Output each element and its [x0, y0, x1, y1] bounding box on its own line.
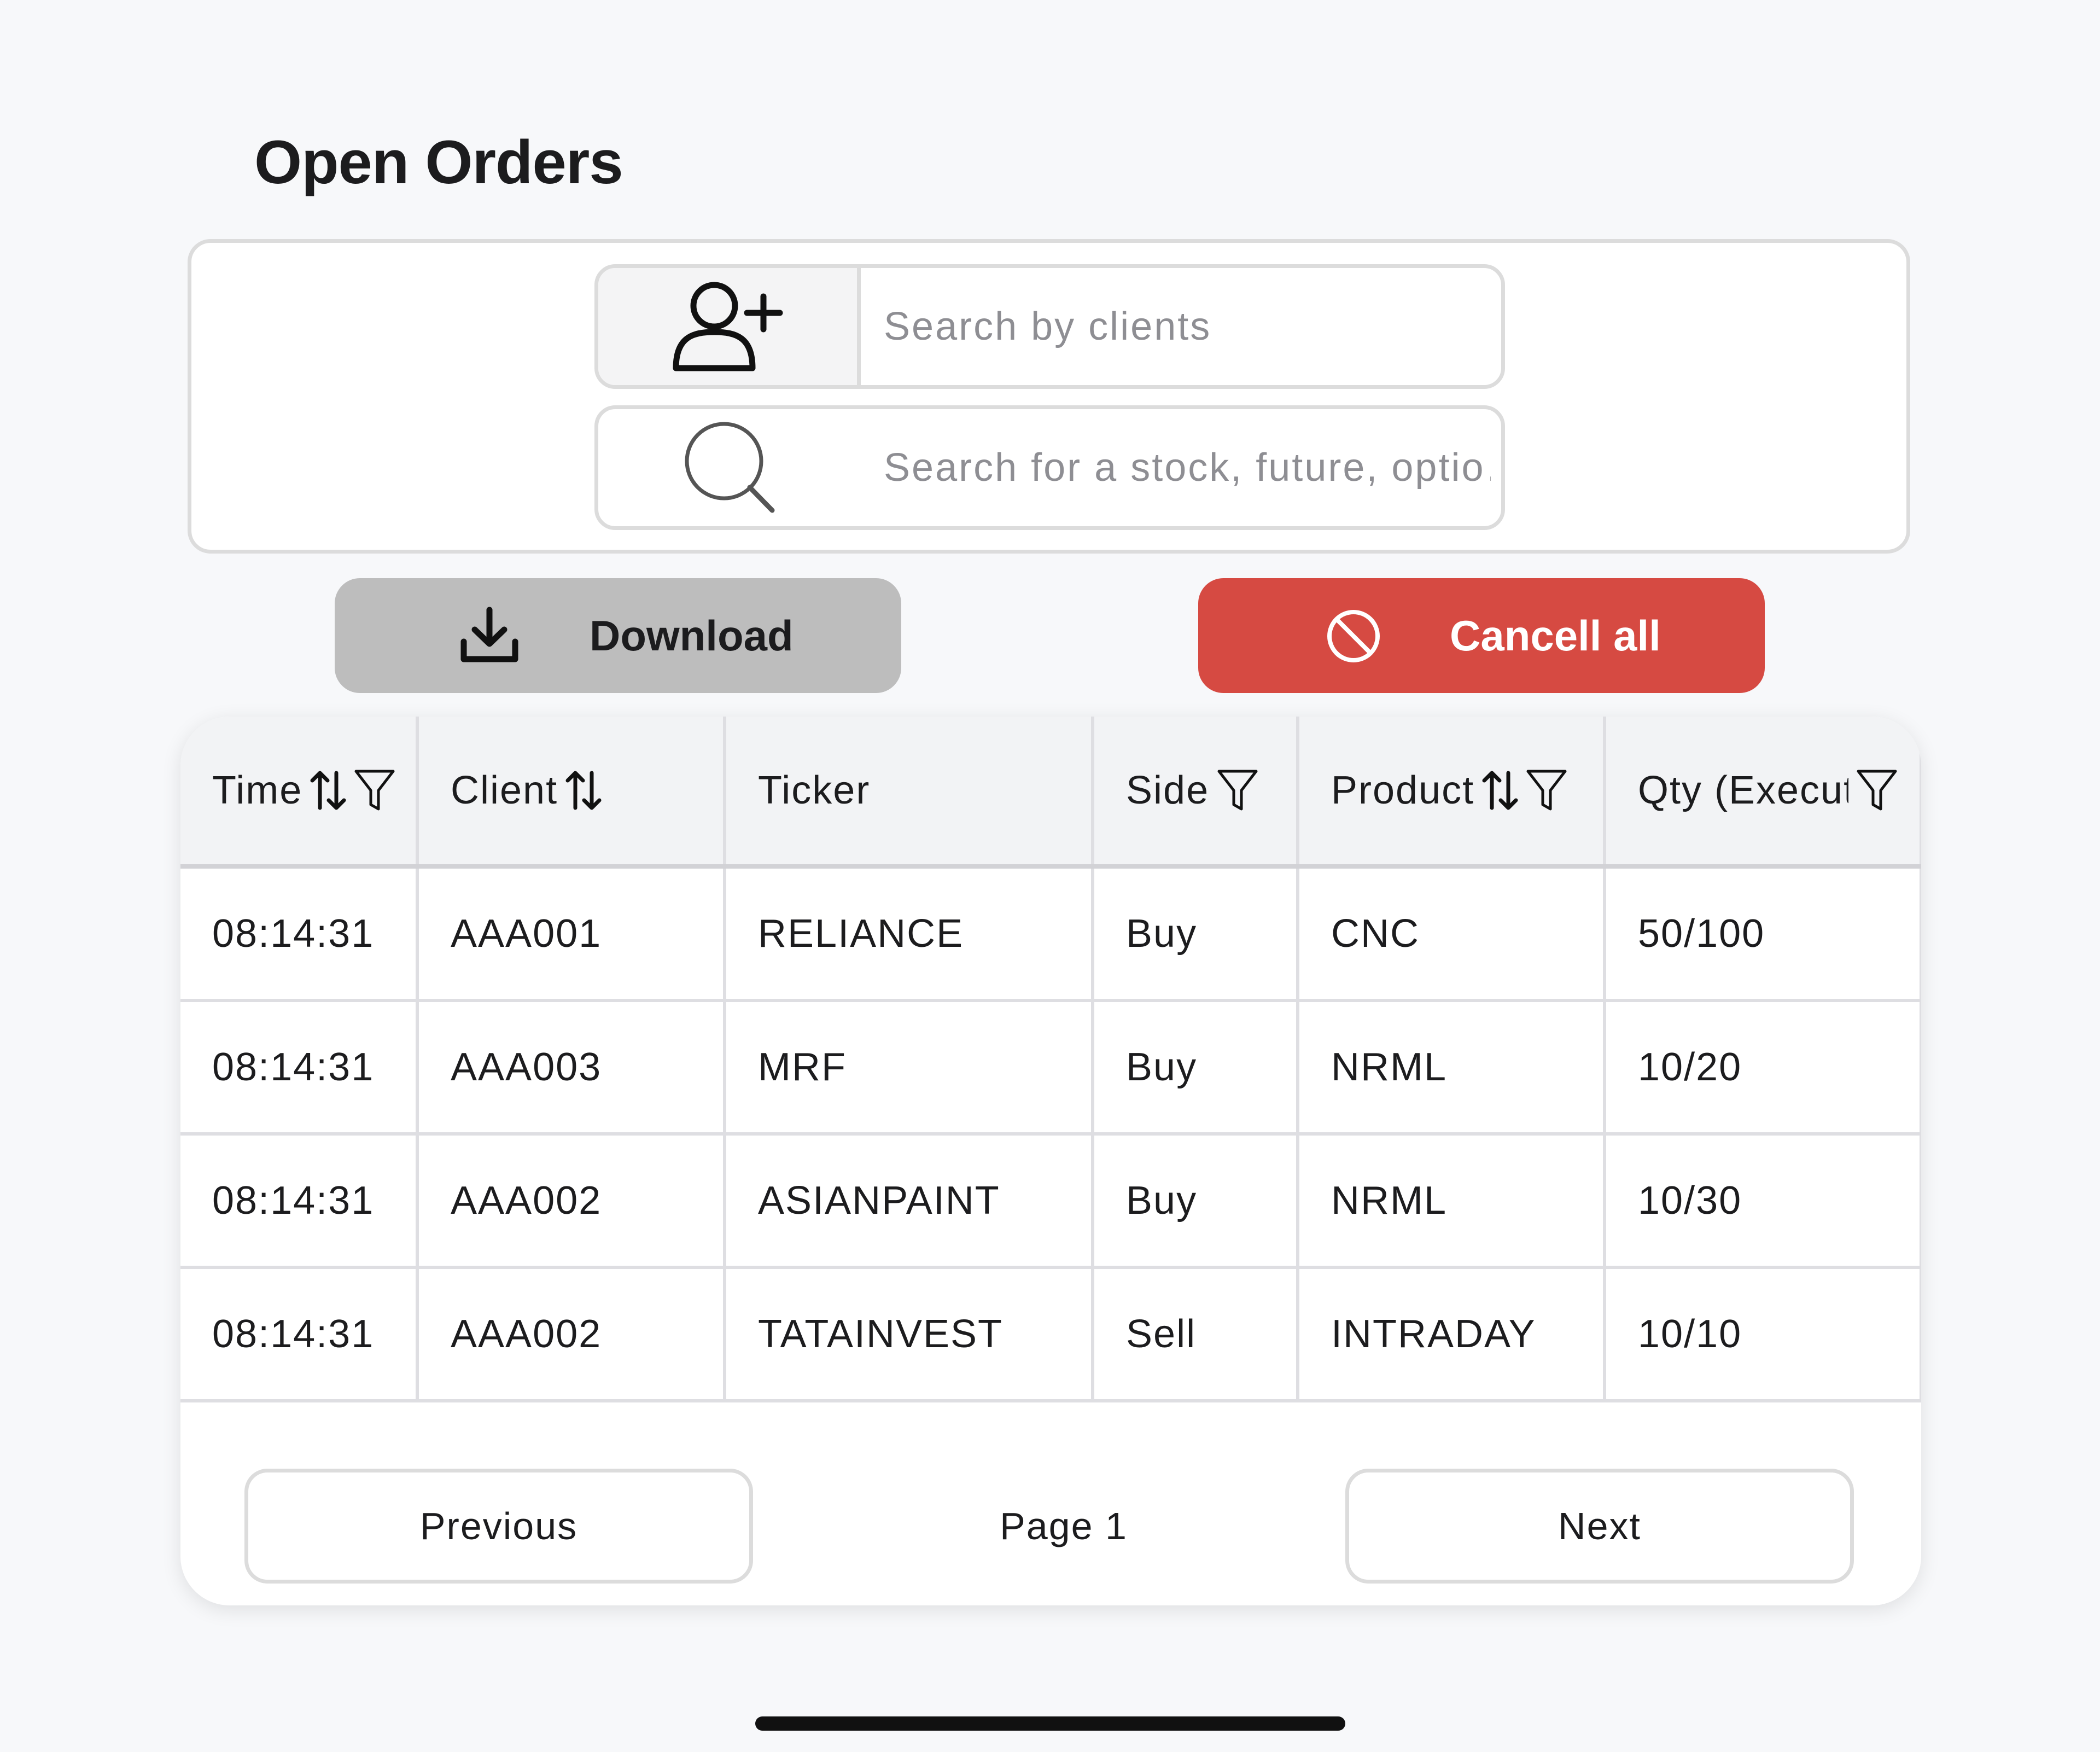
table-row[interactable]: 08:14:31 AAA002 TATAINVEST Sell INTRADAY… [180, 1266, 1921, 1402]
table-header-row: Time Client Ticker Side Product Qty (Exe… [180, 717, 1921, 869]
user-plus-icon [673, 282, 783, 371]
cell-side: Buy [1091, 999, 1299, 1136]
cancel-all-button[interactable]: Cancell all [1198, 578, 1765, 693]
column-label: Product [1331, 769, 1475, 812]
cell-qty: 10/20 [1603, 999, 1921, 1136]
cell-side: Buy [1091, 865, 1299, 1002]
filter-icon[interactable] [1526, 769, 1567, 812]
cell-product: INTRADAY [1296, 1266, 1606, 1402]
column-header-qty[interactable]: Qty (Execute [1603, 717, 1921, 869]
column-label: Time [212, 769, 303, 812]
column-label: Side [1126, 769, 1210, 812]
cell-client: AAA001 [416, 865, 726, 1002]
cell-client: AAA003 [416, 999, 726, 1136]
filter-icon[interactable] [1856, 769, 1898, 812]
stock-search-field[interactable] [594, 405, 1505, 530]
orders-table-card: Time Client Ticker Side Product Qty (Exe… [180, 717, 1921, 1605]
column-header-time[interactable]: Time [180, 717, 419, 869]
next-page-button[interactable]: Next [1345, 1469, 1854, 1584]
filter-icon[interactable] [1217, 769, 1258, 812]
cell-product: NRML [1296, 999, 1606, 1136]
client-search-field[interactable] [594, 264, 1505, 389]
cell-ticker: MRF [723, 999, 1094, 1136]
stock-search-input[interactable] [884, 409, 1491, 526]
cell-ticker: ASIANPAINT [723, 1132, 1094, 1269]
ban-icon [1325, 608, 1382, 675]
download-icon [459, 607, 520, 675]
cell-client: AAA002 [416, 1132, 726, 1269]
add-client-button[interactable] [598, 268, 861, 385]
search-icon [685, 422, 775, 513]
client-search-input[interactable] [884, 268, 1491, 385]
column-header-product[interactable]: Product [1296, 717, 1606, 869]
cell-time: 08:14:31 [180, 1132, 419, 1269]
page-title: Open Orders [254, 128, 623, 196]
sort-icon[interactable] [565, 770, 602, 811]
column-header-side[interactable]: Side [1091, 717, 1299, 869]
table-row[interactable]: 08:14:31 AAA003 MRF Buy NRML 10/20 [180, 999, 1921, 1136]
column-header-client[interactable]: Client [416, 717, 726, 869]
sort-icon[interactable] [1482, 770, 1518, 811]
column-label: Ticker [758, 769, 871, 812]
page-indicator: Page 1 [1000, 1505, 1128, 1547]
download-label: Download [590, 612, 794, 660]
column-label: Qty (Execute [1638, 769, 1848, 812]
cell-time: 08:14:31 [180, 865, 419, 1002]
table-row[interactable]: 08:14:31 AAA001 RELIANCE Buy CNC 50/100 [180, 865, 1921, 1002]
cell-ticker: TATAINVEST [723, 1266, 1094, 1402]
cell-qty: 50/100 [1603, 865, 1921, 1002]
cell-side: Buy [1091, 1132, 1299, 1269]
filter-icon[interactable] [354, 769, 395, 812]
orders-table: Time Client Ticker Side Product Qty (Exe… [180, 717, 1921, 1402]
column-label: Client [451, 769, 558, 812]
cell-time: 08:14:31 [180, 999, 419, 1136]
stock-search-icon-cell [598, 409, 861, 526]
home-indicator[interactable] [755, 1716, 1345, 1731]
cell-product: CNC [1296, 865, 1606, 1002]
column-header-ticker: Ticker [723, 717, 1094, 869]
table-row[interactable]: 08:14:31 AAA002 ASIANPAINT Buy NRML 10/3… [180, 1132, 1921, 1269]
cell-client: AAA002 [416, 1266, 726, 1402]
cell-ticker: RELIANCE [723, 865, 1094, 1002]
cell-qty: 10/10 [1603, 1266, 1921, 1402]
cancel-all-label: Cancell all [1450, 612, 1661, 660]
cell-qty: 10/30 [1603, 1132, 1921, 1269]
cell-time: 08:14:31 [180, 1266, 419, 1402]
cell-product: NRML [1296, 1132, 1606, 1269]
previous-page-button[interactable]: Previous [244, 1469, 753, 1584]
download-button[interactable]: Download [335, 578, 901, 693]
cell-side: Sell [1091, 1266, 1299, 1402]
sort-icon[interactable] [310, 770, 346, 811]
